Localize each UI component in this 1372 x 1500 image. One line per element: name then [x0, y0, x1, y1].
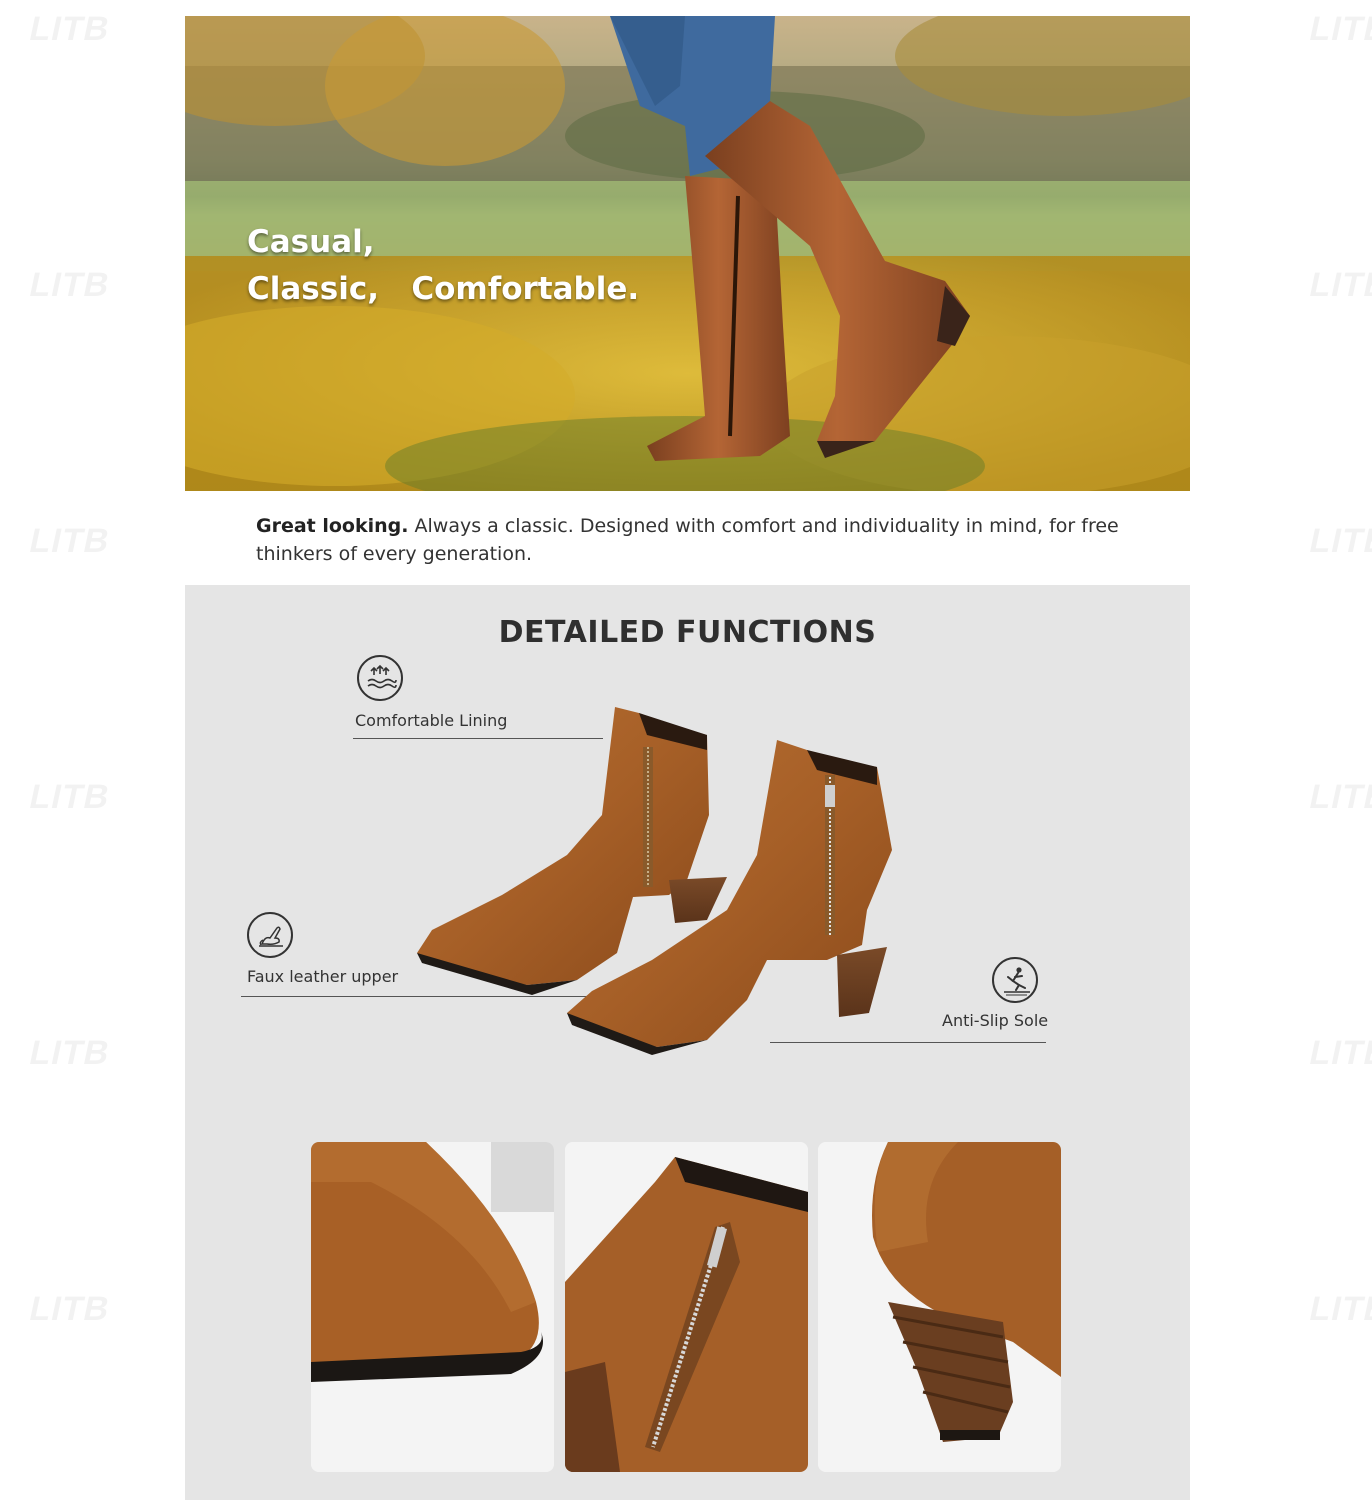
feature-label-faux-leather: Faux leather upper [247, 967, 399, 986]
watermark: LITB [1306, 778, 1372, 816]
watermark: LITB [1306, 266, 1372, 304]
product-tagline: Great looking. Always a classic. Designe… [256, 512, 1136, 568]
watermark: LITB [26, 1034, 114, 1072]
watermark: LITB [1306, 10, 1372, 48]
tagline-bold: Great looking. [256, 515, 409, 537]
watermark: LITB [26, 778, 114, 816]
anti-slip-icon [992, 957, 1038, 1003]
watermark: LITB [1306, 522, 1372, 560]
hero-headline-line1: Casual, [247, 224, 375, 260]
watermark: LITB [1306, 1290, 1372, 1328]
hand-leather-icon [247, 912, 293, 958]
watermark: LITB [26, 10, 114, 48]
watermark: LITB [26, 522, 114, 560]
heel-closeup-image [818, 1142, 1061, 1472]
feature-label-anti-slip: Anti-Slip Sole [942, 1011, 1049, 1030]
hero-headline-line2: Classic, Comfortable. [247, 271, 640, 307]
detailed-functions-panel: DETAILED FUNCTIONS Comfortable Lining Fa… [185, 585, 1190, 1500]
watermark: LITB [26, 266, 114, 304]
section-title: DETAILED FUNCTIONS [498, 615, 877, 650]
detail-photo-zipper [565, 1142, 808, 1472]
wave-lining-icon [357, 655, 403, 701]
watermark: LITB [26, 1290, 114, 1328]
watermark: LITB [1306, 1034, 1372, 1072]
boots-product-photo [417, 707, 892, 1055]
toe-closeup-image [311, 1142, 554, 1472]
detail-photo-heel [818, 1142, 1061, 1472]
hero-banner: Casual, Classic, Comfortable. [185, 16, 1190, 491]
zipper-closeup-image [565, 1142, 808, 1472]
detail-photo-toe [311, 1142, 554, 1472]
